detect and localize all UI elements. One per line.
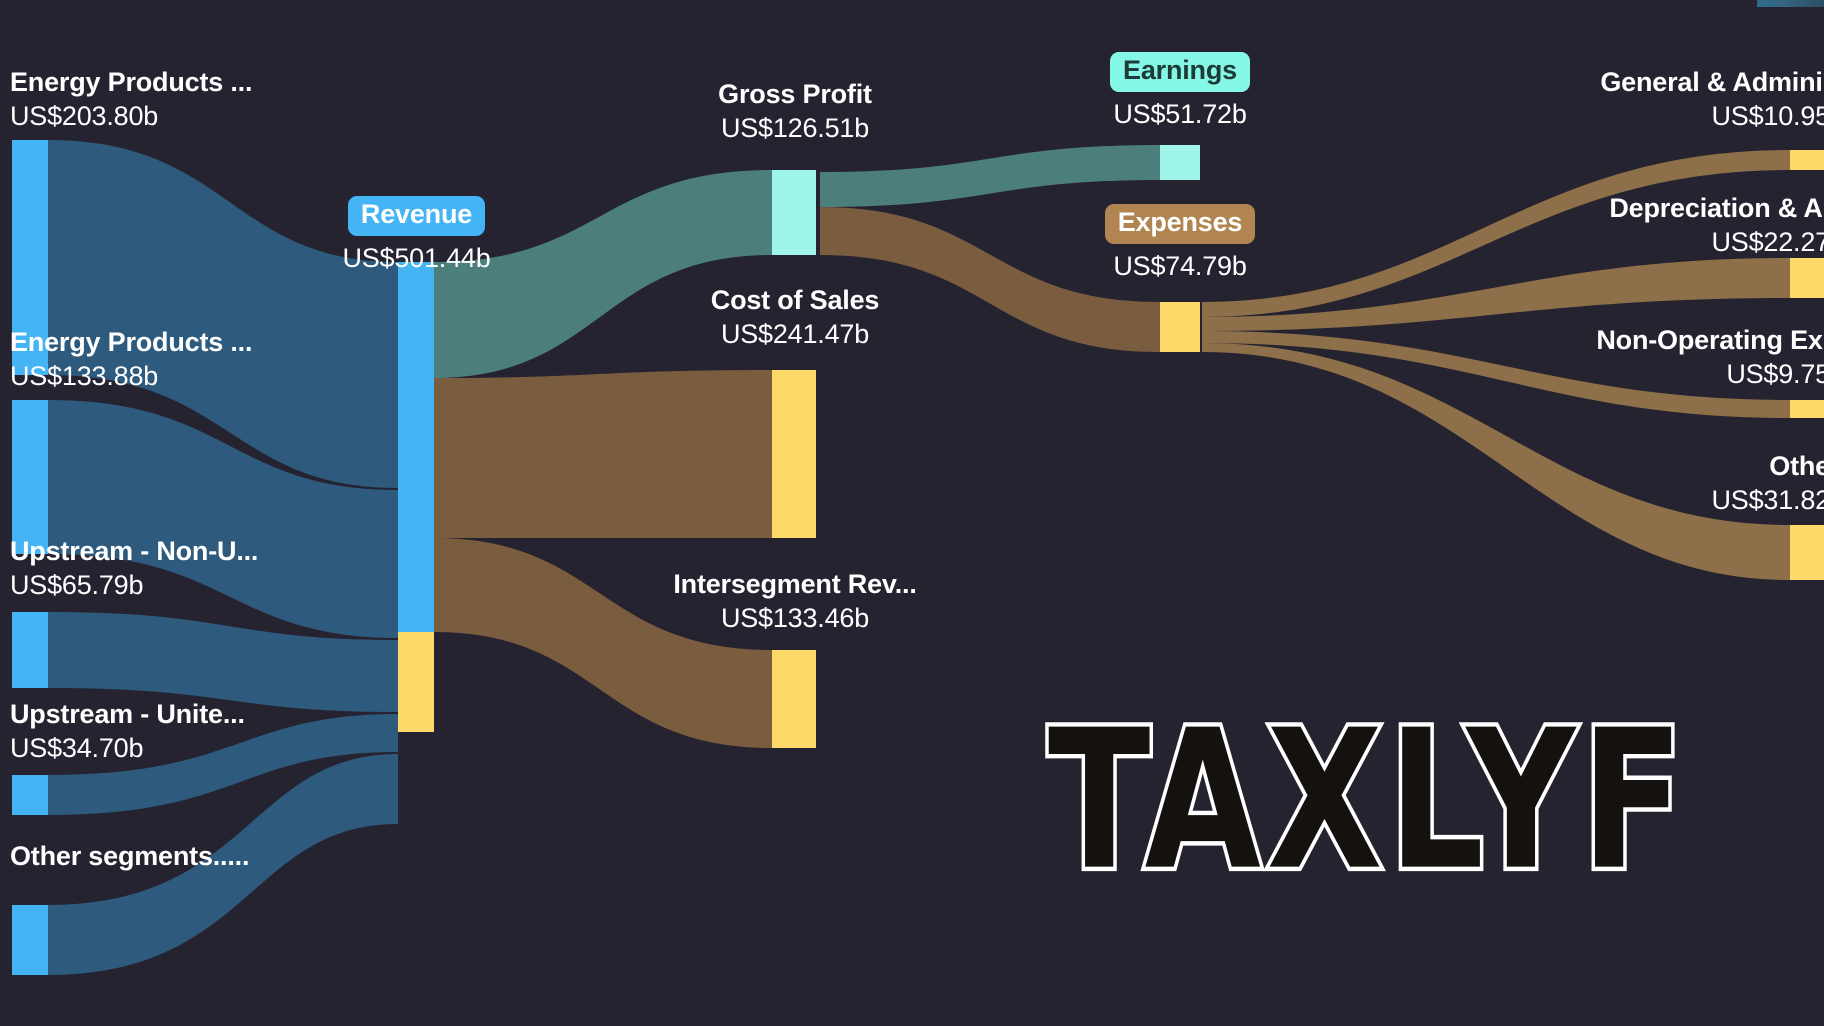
node-intersegment[interactable] — [772, 650, 816, 748]
links-segments-to-revenue — [48, 140, 398, 975]
sankey-chart-canvas: Energy Products ... US$203.80b Energy Pr… — [0, 0, 1824, 1026]
node-energy-products-1[interactable] — [12, 140, 48, 375]
link-revenue-to-cost-of-sales — [434, 370, 772, 538]
node-cost-of-sales[interactable] — [772, 370, 816, 538]
node-gross-profit[interactable] — [772, 170, 816, 255]
node-energy-products-2[interactable] — [12, 400, 48, 554]
link-gross-profit-to-expenses — [820, 207, 1160, 352]
node-non-operating[interactable] — [1790, 400, 1824, 418]
node-expenses[interactable] — [1160, 302, 1200, 352]
node-other-expense[interactable] — [1790, 525, 1824, 580]
link-expenses-to-depreciation — [1202, 258, 1790, 331]
node-revenue-blue[interactable] — [398, 262, 434, 632]
link-gross-profit-to-earnings — [820, 145, 1160, 207]
links-gross-profit-out — [820, 145, 1160, 352]
node-other-segments[interactable] — [12, 905, 48, 975]
node-revenue-yellow[interactable] — [398, 632, 434, 732]
links-expenses-out — [1202, 150, 1790, 580]
node-upstream-united[interactable] — [12, 775, 48, 815]
link-expenses-to-non-operating — [1202, 331, 1790, 418]
node-earnings[interactable] — [1160, 145, 1200, 180]
node-upstream-non-us[interactable] — [12, 612, 48, 688]
link-revenue-to-gross-profit — [434, 170, 772, 378]
node-depreciation[interactable] — [1790, 258, 1824, 298]
link-revenue-to-intersegment — [434, 538, 772, 748]
sankey-flow-graphic — [12, 140, 1824, 975]
links-revenue-out — [434, 170, 772, 748]
node-general-admin[interactable] — [1790, 150, 1824, 170]
